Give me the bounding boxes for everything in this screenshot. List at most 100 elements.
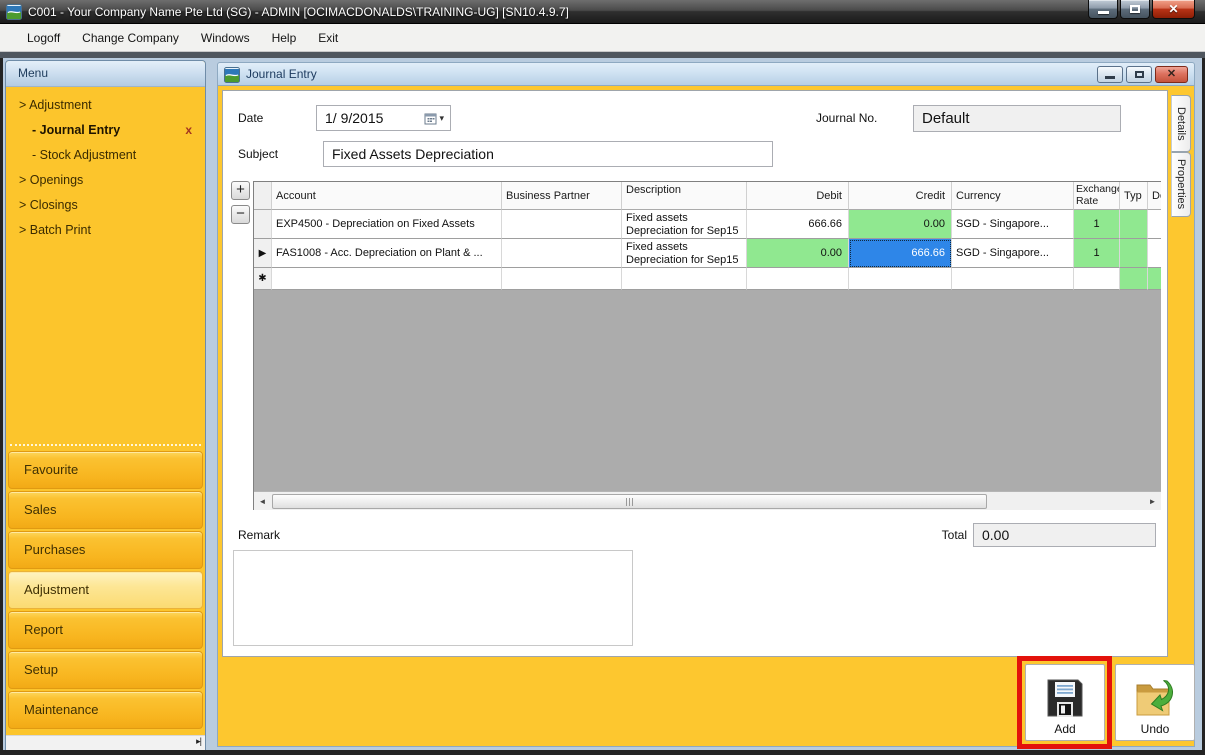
subject-field[interactable]: Fixed Assets Depreciation	[323, 141, 773, 167]
row-indicator[interactable]	[254, 210, 272, 239]
menu-logoff[interactable]: Logoff	[16, 27, 71, 49]
nav-button-adjustment[interactable]: Adjustment	[8, 571, 203, 609]
sidebar-scrollbar[interactable]: ▸|	[6, 735, 205, 750]
header-debit[interactable]: Debit	[747, 182, 849, 210]
undo-button[interactable]: Undo	[1115, 664, 1195, 741]
cell-account[interactable]	[272, 268, 502, 290]
header-currency[interactable]: Currency	[952, 182, 1074, 210]
menu-windows[interactable]: Windows	[190, 27, 261, 49]
cell-account[interactable]: EXP4500 - Depreciation on Fixed Assets	[272, 210, 502, 239]
cell-typ[interactable]	[1120, 210, 1148, 239]
header-docu[interactable]: Docu	[1148, 182, 1161, 210]
journal-window-title: Journal Entry	[246, 67, 317, 81]
journal-titlebar: Journal Entry ✕	[217, 62, 1195, 86]
tree-item-openings[interactable]: > Openings	[6, 168, 205, 193]
journal-window-controls: ✕	[1097, 66, 1188, 83]
cell-currency[interactable]: SGD - Singapore...	[952, 210, 1074, 239]
date-picker-control[interactable]: ▾	[424, 112, 444, 125]
journal-no-field: Default	[913, 105, 1121, 132]
tree-item-journal-entry[interactable]: - Journal Entry x	[6, 118, 205, 143]
cell-exchange-rate[interactable]: 1	[1074, 239, 1120, 268]
nav-button-maintenance[interactable]: Maintenance	[8, 691, 203, 729]
cell-description[interactable]: Fixed assets Depreciation for Sep15	[622, 239, 747, 268]
calendar-icon	[424, 113, 437, 124]
cell-debit[interactable]	[747, 268, 849, 290]
app-titlebar: C001 - Your Company Name Pte Ltd (SG) - …	[0, 0, 1205, 24]
tree-item-closings[interactable]: > Closings	[6, 193, 205, 218]
remark-textarea[interactable]	[233, 550, 633, 646]
tree-item-label: > Openings	[19, 173, 84, 187]
scroll-right-icon[interactable]: ▸|	[196, 736, 202, 747]
cell-debit[interactable]: 666.66	[747, 210, 849, 239]
grid-horizontal-scrollbar[interactable]: ◄ ►	[254, 491, 1161, 510]
close-button[interactable]: ✕	[1152, 0, 1195, 19]
cell-docu[interactable]	[1148, 268, 1161, 290]
cell-credit-selected[interactable]: 666.66	[849, 239, 952, 268]
cell-business-partner[interactable]	[502, 268, 622, 290]
date-field[interactable]: 1/ 9/2015 ▾	[316, 105, 451, 131]
cell-business-partner[interactable]	[502, 239, 622, 268]
tab-properties[interactable]: Properties	[1171, 152, 1191, 217]
tree-item-label: > Batch Print	[19, 223, 91, 237]
nav-button-setup[interactable]: Setup	[8, 651, 203, 689]
date-value: 1/ 9/2015	[325, 110, 384, 126]
maximize-button[interactable]	[1120, 0, 1150, 19]
journal-close-button[interactable]: ✕	[1155, 66, 1188, 83]
add-row-button[interactable]: +	[231, 181, 250, 200]
nav-button-report[interactable]: Report	[8, 611, 203, 649]
app-logo-icon	[6, 4, 22, 20]
journal-no-label: Journal No.	[816, 111, 878, 125]
menu-change-company[interactable]: Change Company	[71, 27, 190, 49]
scrollbar-thumb[interactable]	[272, 493, 987, 509]
header-exchange-rate[interactable]: Exchange Rate	[1074, 182, 1120, 210]
cell-currency[interactable]	[952, 268, 1074, 290]
cell-currency[interactable]: SGD - Singapore...	[952, 239, 1074, 268]
tree-item-batch-print[interactable]: > Batch Print	[6, 218, 205, 243]
header-account[interactable]: Account	[272, 182, 502, 210]
cell-debit[interactable]: 0.00	[747, 239, 849, 268]
cell-docu[interactable]	[1148, 239, 1161, 268]
sidebar-header: Menu	[6, 61, 205, 87]
header-typ[interactable]: Typ	[1120, 182, 1148, 210]
minimize-button[interactable]	[1088, 0, 1118, 19]
nav-button-purchases[interactable]: Purchases	[8, 531, 203, 569]
cell-typ[interactable]	[1120, 239, 1148, 268]
table-row: EXP4500 - Depreciation on Fixed Assets F…	[254, 210, 1161, 239]
red-highlight-annotation	[1017, 656, 1112, 749]
journal-grid: Account Business Partner Description Deb…	[253, 181, 1161, 510]
cell-business-partner[interactable]	[502, 210, 622, 239]
window-controls: ✕	[1088, 0, 1195, 19]
cell-typ[interactable]	[1120, 268, 1148, 290]
cell-docu[interactable]	[1148, 210, 1161, 239]
cell-credit[interactable]	[849, 268, 952, 290]
tree-item-stock-adjustment[interactable]: - Stock Adjustment	[6, 143, 205, 168]
scroll-right-icon[interactable]: ►	[1144, 497, 1161, 506]
menu-exit[interactable]: Exit	[307, 27, 349, 49]
tree-item-adjustment[interactable]: > Adjustment	[6, 93, 205, 118]
journal-minimize-button[interactable]	[1097, 66, 1123, 83]
grid-header: Account Business Partner Description Deb…	[254, 182, 1161, 210]
cell-credit[interactable]: 0.00	[849, 210, 952, 239]
cell-exchange-rate[interactable]	[1074, 268, 1120, 290]
header-business-partner[interactable]: Business Partner	[502, 182, 622, 210]
minimize-icon	[1105, 76, 1115, 79]
current-row-indicator[interactable]: ▶	[254, 239, 272, 268]
menu-help[interactable]: Help	[261, 27, 308, 49]
undo-button-label: Undo	[1140, 722, 1170, 736]
cell-exchange-rate[interactable]: 1	[1074, 210, 1120, 239]
header-credit[interactable]: Credit	[849, 182, 952, 210]
sidebar-nav: Favourite Sales Purchases Adjustment Rep…	[8, 451, 203, 731]
scroll-left-icon[interactable]: ◄	[254, 497, 271, 506]
sidebar-separator	[10, 444, 201, 446]
header-description[interactable]: Description	[622, 182, 747, 210]
tab-details[interactable]: Details	[1171, 95, 1191, 152]
new-row-indicator[interactable]: ✱	[254, 268, 272, 290]
cell-description[interactable]: Fixed assets Depreciation for Sep15	[622, 210, 747, 239]
cell-account[interactable]: FAS1008 - Acc. Depreciation on Plant & .…	[272, 239, 502, 268]
cell-description[interactable]	[622, 268, 747, 290]
delete-row-button[interactable]: −	[231, 205, 250, 224]
journal-maximize-button[interactable]	[1126, 66, 1152, 83]
nav-button-sales[interactable]: Sales	[8, 491, 203, 529]
close-journal-entry-icon[interactable]: x	[185, 118, 192, 143]
nav-button-favourite[interactable]: Favourite	[8, 451, 203, 489]
